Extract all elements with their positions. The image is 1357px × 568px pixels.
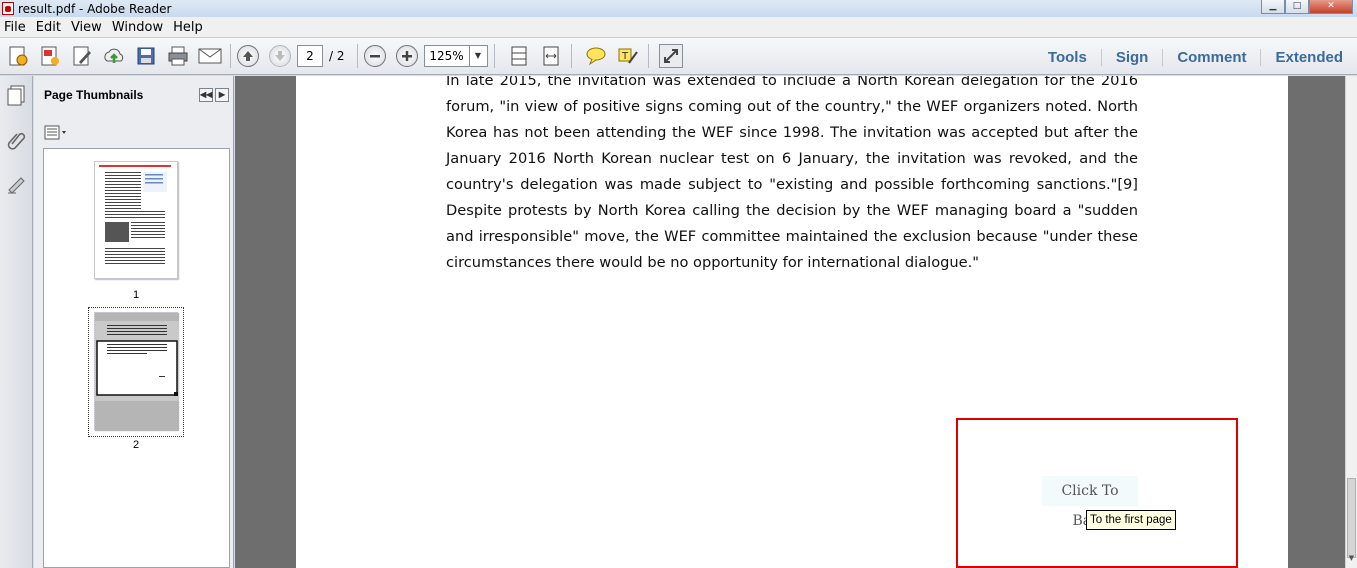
zoom-level-value: 125%	[429, 49, 464, 63]
page-thumbnail-1[interactable]	[94, 161, 178, 279]
upload-cloud-icon[interactable]	[100, 42, 128, 70]
sign-link[interactable]: Sign	[1100, 48, 1163, 66]
thumbnail-label-2: 2	[132, 439, 140, 451]
previous-page-button[interactable]	[237, 45, 259, 67]
comment-bubble-icon[interactable]	[582, 42, 610, 70]
thumbnail-label-1: 1	[132, 289, 140, 301]
menu-file[interactable]: File	[0, 20, 32, 35]
attachments-paperclip-icon[interactable]	[4, 128, 28, 152]
edit-pdf-icon[interactable]	[68, 42, 96, 70]
navigation-strip	[0, 76, 33, 568]
window-title: result.pdf - Adobe Reader	[18, 1, 172, 16]
page-thumbnail-2[interactable]	[94, 312, 179, 431]
scroll-down-icon[interactable]: ▼	[1347, 554, 1356, 566]
toolbar-separator	[230, 44, 231, 68]
zoom-level-select[interactable]: 125% ▼	[423, 45, 488, 67]
email-icon[interactable]	[196, 42, 224, 70]
panel-title: Page Thumbnails	[44, 88, 144, 102]
page-number-input[interactable]: 2	[297, 45, 323, 67]
menu-edit[interactable]: Edit	[32, 20, 67, 35]
comment-link[interactable]: Comment	[1162, 48, 1260, 66]
highlight-text-icon[interactable]: T	[614, 42, 642, 70]
tooltip: To the first page	[1086, 510, 1176, 530]
collapse-panel-button[interactable]: ◀◀	[199, 88, 213, 102]
page-total-label: / 2	[329, 49, 345, 63]
extended-link[interactable]: Extended	[1260, 48, 1357, 66]
title-bar: result.pdf - Adobe Reader ▁ □ ✕	[0, 0, 1357, 17]
signatures-pen-icon[interactable]	[4, 172, 28, 196]
thumbnail-list[interactable]: 1 2	[43, 148, 230, 568]
page-thumbnails-icon[interactable]	[4, 84, 28, 108]
close-button[interactable]: ✕	[1309, 0, 1353, 14]
toolbar: 2 / 2 125% ▼ T Tools Sign Comment Extend…	[0, 37, 1357, 75]
page-thumbnails-panel: Page Thumbnails ◀◀ ▶ 1 2	[34, 76, 234, 568]
zoom-in-button[interactable]	[395, 45, 418, 67]
save-icon[interactable]	[132, 42, 160, 70]
click-to-back-button[interactable]: Click To Back	[1042, 476, 1138, 529]
svg-text:T: T	[621, 51, 629, 62]
expand-panel-button[interactable]: ▶	[215, 88, 229, 102]
menu-window[interactable]: Window	[108, 20, 169, 35]
create-pdf-icon[interactable]	[4, 42, 32, 70]
minimize-button[interactable]: ▁	[1261, 0, 1285, 14]
scrollbar-thumb[interactable]	[1347, 478, 1356, 558]
fit-width-icon[interactable]	[537, 42, 565, 70]
toolbar-separator	[647, 44, 649, 68]
convert-pdf-icon[interactable]	[36, 42, 64, 70]
window-controls: ▁ □ ✕	[1261, 0, 1353, 14]
document-view[interactable]: In late 2015, the invitation was extende…	[241, 76, 1345, 568]
right-panel-links: Tools Sign Comment Extended	[1034, 38, 1357, 76]
highlight-box: Click To Back To the first page	[956, 418, 1238, 568]
toolbar-separator	[356, 44, 358, 68]
tools-link[interactable]: Tools	[1034, 49, 1101, 66]
menu-bar: File Edit View Window Help	[0, 17, 1357, 37]
fit-page-icon[interactable]	[505, 42, 533, 70]
document-paragraph: In late 2015, the invitation was extende…	[446, 76, 1138, 271]
zoom-out-button[interactable]	[363, 45, 386, 67]
menu-help[interactable]: Help	[169, 20, 209, 35]
adobe-reader-icon	[2, 2, 14, 15]
print-icon[interactable]	[164, 42, 192, 70]
toolbar-separator	[493, 44, 495, 68]
panel-header: Page Thumbnails ◀◀ ▶	[34, 76, 233, 114]
menu-view[interactable]: View	[67, 20, 108, 35]
next-page-button[interactable]	[269, 45, 291, 67]
thumbnail-options-button[interactable]	[44, 124, 70, 142]
toolbar-separator	[570, 44, 572, 68]
pdf-page: In late 2015, the invitation was extende…	[296, 76, 1288, 568]
maximize-button[interactable]: □	[1285, 0, 1309, 14]
chevron-down-icon[interactable]: ▼	[468, 46, 487, 66]
vertical-scrollbar[interactable]: ▼	[1345, 76, 1357, 568]
expand-icon[interactable]	[658, 44, 683, 68]
